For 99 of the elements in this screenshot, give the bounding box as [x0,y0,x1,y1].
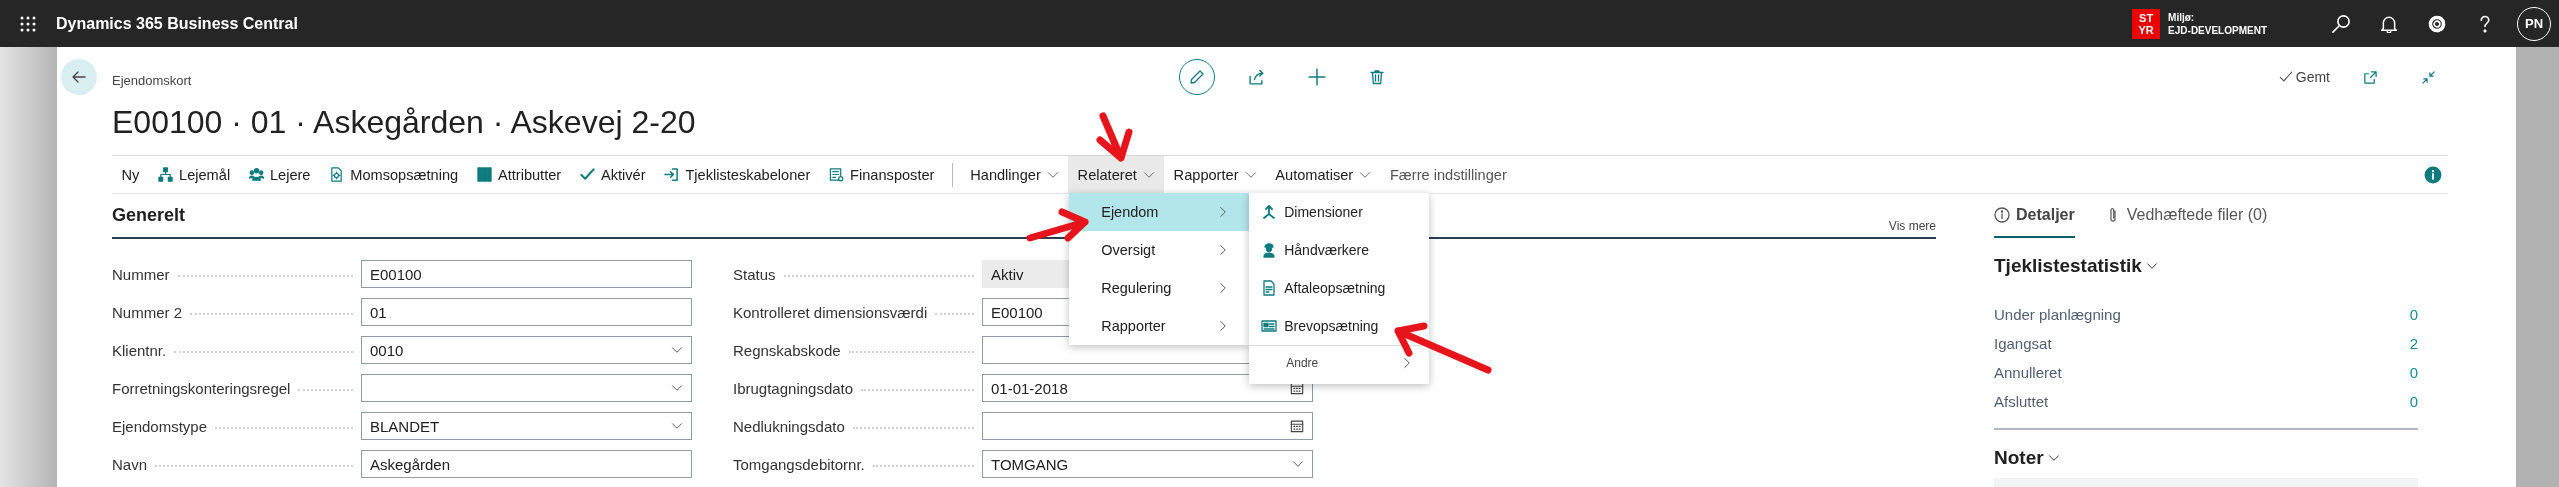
stat-value[interactable]: 0 [2409,364,2418,381]
collapse-icon [2420,69,2436,85]
menu-item[interactable]: Andre [1249,346,1430,380]
action-button[interactable]: Tjeklisteskabeloner [655,156,820,193]
input-field[interactable]: 01 [361,298,692,326]
people-icon [248,167,264,182]
check-icon [580,167,595,182]
action-button[interactable]: Momsopsætning [319,156,468,193]
document-icon [1261,280,1278,296]
chevron-down-icon [2145,260,2158,272]
chevron-down-icon [1292,458,1304,470]
back-arrow-icon [71,69,87,85]
worker-icon [1261,242,1278,258]
dimensions-icon [1261,204,1278,220]
menu-item[interactable]: Aftaleopsætning [1249,269,1430,307]
save-status: Gemt [2295,69,2330,85]
calendar-icon [1290,419,1304,433]
menu-item[interactable]: Ejendom [1069,193,1250,231]
input-field[interactable]: E00100 [361,260,692,288]
field-label: Ibrugtagningsdato [733,379,854,397]
menu-item[interactable]: Oversigt [1069,231,1250,269]
menu-item[interactable]: Brevopsætning [1249,307,1430,345]
action-button[interactable]: Lejemål [148,156,240,193]
action-button[interactable]: Aktivér [570,156,655,193]
stat-label: Afsluttet [1994,393,2049,410]
dropdown-field[interactable] [361,374,692,402]
sign-in-icon [664,167,680,182]
action-button[interactable]: Lejere [239,156,320,193]
dropdown-field[interactable]: BLANDET [361,412,692,440]
date-field[interactable] [982,412,1313,440]
action-link[interactable]: Færre indstillinger [1380,156,1517,193]
field-label: Tomgangsdebitornr. [733,455,865,473]
annotation-arrow [1096,112,1133,162]
stat-value[interactable]: 0 [2409,306,2418,323]
dropdown-field[interactable]: TOMGANG [982,450,1313,478]
chevron-down-icon [2047,452,2060,464]
field-label: Nummer [112,265,170,283]
app-title: Dynamics 365 Business Central [56,14,298,33]
info-icon [2424,165,2442,184]
menu-button[interactable]: Rapporter [1164,156,1266,193]
menu-item[interactable]: Regulering [1069,269,1250,307]
app-launcher-icon [20,15,36,32]
field-label: Regnskabskode [733,341,841,359]
input-field[interactable]: Askegården [361,450,692,478]
page-title: E00100 · 01 · Askegården · Askevej 2-20 [112,103,696,141]
environment-label: Miljø: [2168,10,2196,24]
plus-icon [1307,68,1326,86]
trash-icon [1368,69,1385,85]
stat-value[interactable]: 0 [2409,393,2418,410]
menu-item[interactable]: Håndværkere [1249,231,1430,269]
show-more-link[interactable]: Vis mere [1888,219,1936,233]
date-field[interactable]: 01-01-2018 [982,374,1313,402]
factbox-tab[interactable]: Vedhæftede filer (0) [2104,194,2268,238]
info-outline-icon [1994,207,2010,223]
chevron-down-icon [671,344,683,356]
search-icon [2331,13,2351,34]
action-button[interactable]: Attributter [467,156,571,193]
stat-value[interactable]: 2 [2409,335,2418,352]
field-label: Forretningskonteringsregel [112,379,291,397]
calendar-icon [1290,381,1304,395]
stats-title[interactable]: Tjeklistestatistik [1994,255,2142,277]
notes-title[interactable]: Noter [1994,447,2044,469]
field-label: Navn [112,455,148,473]
settings-icon [2427,13,2447,34]
menu-button[interactable]: Handlinger [960,156,1069,193]
annotation-arrow [1026,208,1089,242]
field-label: Klientnr. [112,341,167,359]
chevron-down-icon [671,382,683,394]
dropdown-field[interactable]: 0010 [361,336,692,364]
menu-item[interactable]: Dimensioner [1249,193,1430,231]
environment-badge: ST YR [2132,8,2161,39]
section-title[interactable]: Generelt [112,205,186,226]
back-button[interactable] [61,59,97,95]
field-label: Nummer 2 [112,303,182,321]
action-button[interactable]: Ny [112,156,149,193]
stat-label: Annulleret [1994,364,2062,381]
stat-label: Igangsat [1994,335,2052,352]
stat-label: Under planlægning [1994,306,2121,323]
document-gear-icon [329,167,345,182]
breadcrumb: Ejendomskort [112,73,193,89]
hierarchy-icon [158,167,173,182]
field-label: Status [733,265,776,283]
card-icon [1261,318,1278,334]
field-label: Ejendomstype [112,417,208,435]
chevron-down-icon [671,420,683,432]
menu-button[interactable]: Automatiser [1265,156,1381,193]
bell-icon [2380,14,2398,33]
ledger-icon [829,167,845,182]
check-icon [2278,70,2293,84]
share-icon [1248,68,1265,86]
field-label: Nedlukningsdato [733,417,845,435]
factbox-tab[interactable]: Detaljer [1994,194,2075,238]
open-window-icon [2362,69,2378,85]
action-button[interactable]: Finansposter [819,156,944,193]
pencil-icon [1188,69,1205,85]
field-label: Kontrolleret dimensionsværdi [733,303,928,321]
environment-name: EJD-DEVELOPMENT [2168,23,2267,37]
menu-item[interactable]: Rapporter [1069,307,1250,345]
menu-button[interactable]: Relateret [1068,156,1165,193]
